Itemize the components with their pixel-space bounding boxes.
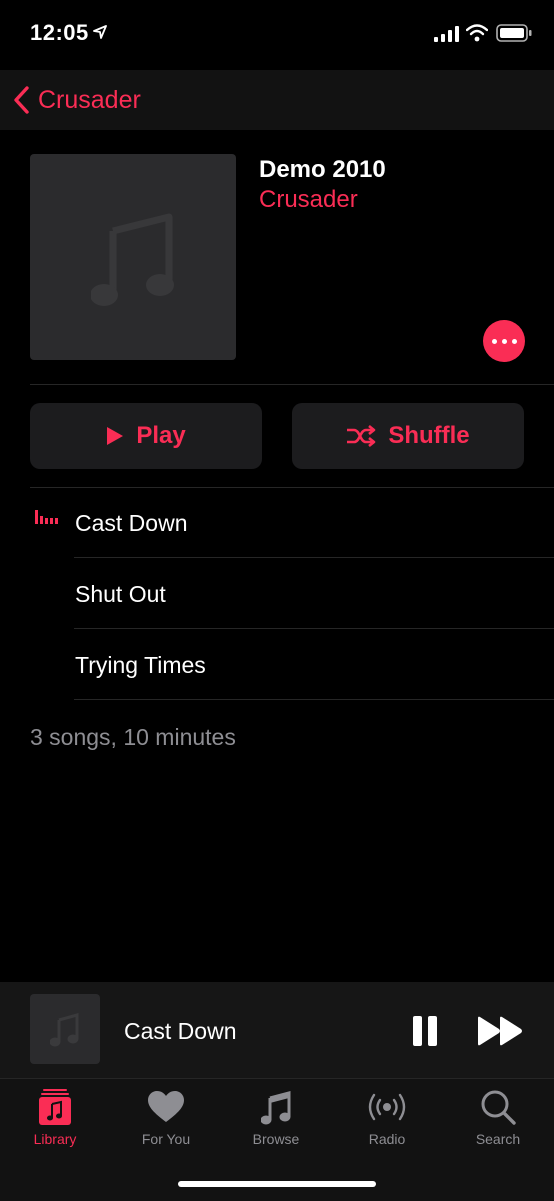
library-icon: [39, 1089, 71, 1125]
divider: [74, 557, 554, 558]
status-bar: 12:05: [0, 0, 554, 70]
now-playing-bars-icon: [35, 510, 58, 524]
play-button[interactable]: Play: [30, 403, 262, 469]
back-button[interactable]: Crusader: [12, 80, 141, 120]
tab-for-you[interactable]: For You: [111, 1087, 221, 1153]
divider: [74, 699, 554, 700]
play-icon: [107, 427, 124, 445]
divider: [74, 628, 554, 629]
divider: [30, 384, 554, 385]
track-title: Cast Down: [75, 510, 188, 536]
shuffle-button[interactable]: Shuffle: [292, 403, 524, 469]
album-title: Demo 2010: [259, 156, 386, 183]
play-label: Play: [136, 422, 186, 449]
tab-label: Radio: [368, 1131, 406, 1147]
mini-player[interactable]: Cast Down: [0, 982, 554, 1078]
fast-forward-button[interactable]: [476, 1016, 524, 1046]
album-artwork: [30, 154, 236, 360]
track-title: Shut Out: [75, 581, 166, 607]
tab-search[interactable]: Search: [443, 1087, 553, 1153]
track-title: Trying Times: [75, 652, 206, 678]
track-row[interactable]: Cast Down: [0, 488, 554, 558]
album-summary: 3 songs, 10 minutes: [30, 724, 236, 750]
ellipsis-icon: [491, 338, 497, 344]
pause-icon: [413, 1016, 422, 1046]
search-icon: [481, 1090, 516, 1125]
track-row[interactable]: Trying Times: [0, 630, 554, 700]
track-row[interactable]: Shut Out: [0, 559, 554, 629]
battery-icon: [496, 24, 532, 42]
music-note-icon: [261, 1091, 291, 1125]
shuffle-label: Shuffle: [388, 422, 470, 449]
tab-radio[interactable]: Radio: [332, 1087, 442, 1153]
mini-player-artwork: [30, 994, 100, 1064]
navigation-bar: Crusader: [0, 70, 554, 130]
album-header: Demo 2010 Crusader: [0, 130, 554, 384]
tab-label: Browse: [252, 1131, 300, 1147]
radio-icon: [368, 1093, 406, 1121]
back-label: Crusader: [38, 85, 141, 114]
tab-library[interactable]: Library: [0, 1087, 110, 1153]
location-arrow-icon: [93, 25, 107, 39]
status-time: 12:05: [30, 20, 89, 45]
pause-button[interactable]: [410, 1016, 440, 1046]
album-artist-link[interactable]: Crusader: [259, 186, 358, 214]
home-indicator[interactable]: [178, 1181, 376, 1187]
music-note-icon: [91, 213, 174, 306]
wifi-icon: [466, 24, 488, 42]
tab-label: For You: [141, 1131, 191, 1147]
music-note-icon: [50, 1013, 79, 1047]
more-options-button[interactable]: [483, 320, 525, 362]
heart-icon: [148, 1091, 184, 1122]
shuffle-icon: [347, 425, 376, 447]
tab-label: Library: [33, 1131, 77, 1147]
chevron-left-icon: [14, 86, 29, 114]
tab-browse[interactable]: Browse: [221, 1087, 331, 1153]
mini-player-title: Cast Down: [124, 1018, 237, 1044]
tab-label: Search: [475, 1131, 521, 1147]
cellular-signal-icon: [434, 26, 459, 42]
